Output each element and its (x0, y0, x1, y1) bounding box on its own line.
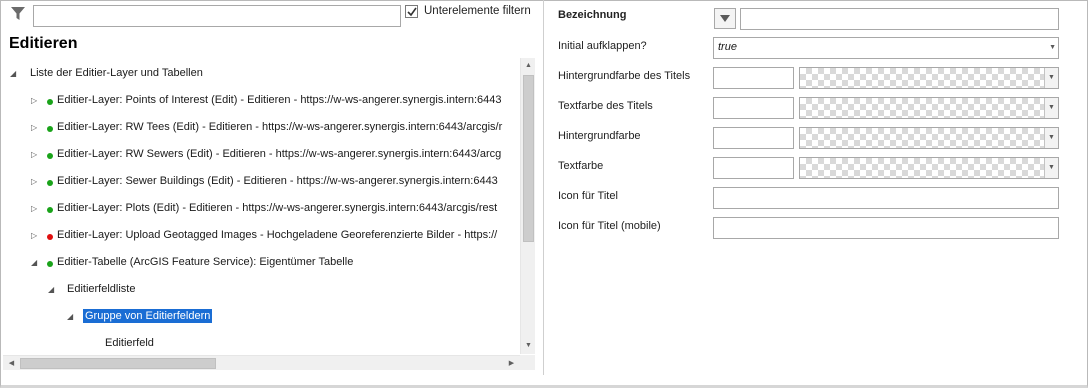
expanded-arrow-icon[interactable]: ◢ (31, 258, 41, 268)
panel-splitter[interactable] (543, 0, 544, 375)
subelements-filter-label: Unterelemente filtern (424, 5, 531, 17)
initial-expand-label: Initial aufklappen? (558, 40, 647, 52)
status-green-icon (47, 126, 53, 132)
scroll-left-icon[interactable]: ◀ (4, 356, 19, 371)
tree-view: ◢ Liste der Editier-Layer und Tabellen ▷… (3, 58, 537, 373)
name-dropdown-button[interactable] (714, 8, 736, 29)
collapsed-arrow-icon[interactable]: ▷ (31, 150, 41, 160)
chevron-down-icon[interactable]: ▼ (1044, 158, 1058, 178)
collapsed-arrow-icon[interactable]: ▷ (31, 231, 41, 241)
title-text-color-label: Textfarbe des Titels (558, 100, 653, 112)
chevron-down-icon[interactable]: ▼ (1044, 128, 1058, 148)
collapsed-arrow-icon[interactable]: ▷ (31, 177, 41, 187)
bg-color-picker[interactable]: ▼ (799, 127, 1059, 149)
status-green-icon (47, 153, 53, 159)
status-green-icon (47, 207, 53, 213)
title-icon-field[interactable] (713, 187, 1059, 209)
chevron-down-icon[interactable]: ▼ (1044, 98, 1058, 118)
tree-vertical-scrollbar[interactable]: ▲ ▼ (520, 58, 535, 354)
title-text-color-picker[interactable]: ▼ (799, 97, 1059, 119)
scroll-right-icon[interactable]: ▶ (504, 356, 519, 371)
title-bg-color-label: Hintergrundfarbe des Titels (558, 70, 691, 82)
tree-item-label: Editierfeldliste (67, 283, 136, 295)
subelements-filter-checkbox[interactable] (405, 5, 418, 18)
text-color-picker[interactable]: ▼ (799, 157, 1059, 179)
initial-expand-value: true (718, 41, 737, 53)
scroll-corner (520, 355, 535, 370)
tree-item-label: Editier-Layer: RW Sewers (Edit) - Editie… (57, 148, 502, 160)
section-title: Editieren (9, 35, 78, 52)
collapsed-arrow-icon[interactable]: ▷ (31, 123, 41, 133)
expanded-arrow-icon[interactable]: ◢ (67, 312, 77, 322)
status-green-icon (47, 99, 53, 105)
status-green-icon (47, 180, 53, 186)
collapsed-arrow-icon[interactable]: ▷ (31, 96, 41, 106)
title-icon-label: Icon für Titel (558, 190, 618, 202)
expanded-arrow-icon[interactable]: ◢ (10, 69, 20, 79)
scroll-thumb[interactable] (523, 75, 534, 242)
tree-horizontal-scrollbar[interactable]: ◀ ▶ (3, 355, 520, 370)
tree-item-label: Editier-Layer: Upload Geotagged Images -… (57, 229, 498, 241)
bg-color-field[interactable] (713, 127, 794, 149)
tree-item-label: Editier-Layer: Points of Interest (Edit)… (57, 94, 502, 106)
tree-item-label: Gruppe von Editierfeldern (83, 309, 213, 323)
scroll-up-icon[interactable]: ▲ (521, 59, 536, 73)
name-field[interactable] (740, 8, 1059, 30)
tree-item-label: Editierfeld (105, 337, 154, 349)
chevron-down-icon[interactable]: ▼ (1044, 68, 1058, 88)
text-color-label: Textfarbe (558, 160, 604, 172)
title-text-color-field[interactable] (713, 97, 794, 119)
tree-item-label: Liste der Editier-Layer und Tabellen (30, 67, 203, 79)
collapsed-arrow-icon[interactable]: ▷ (31, 204, 41, 214)
filter-icon (11, 7, 25, 21)
chevron-down-icon (720, 15, 730, 22)
structure-panel: Unterelemente filtern Editieren ◢ Liste … (0, 0, 540, 375)
status-green-icon (47, 261, 53, 267)
tree-item-label: Editier-Tabelle (ArcGIS Feature Service)… (57, 256, 354, 268)
expanded-arrow-icon[interactable]: ◢ (48, 285, 58, 295)
chevron-down-icon: ▼ (1049, 44, 1056, 51)
checkmark-icon (407, 7, 417, 17)
filter-input[interactable] (33, 5, 401, 27)
initial-expand-select[interactable]: true ▼ (713, 37, 1059, 59)
title-bg-color-field[interactable] (713, 67, 794, 89)
status-red-icon (47, 234, 53, 240)
text-color-field[interactable] (713, 157, 794, 179)
title-icon-mobile-field[interactable] (713, 217, 1059, 239)
tree-item-label: Editier-Layer: Sewer Buildings (Edit) - … (57, 175, 498, 187)
scroll-thumb[interactable] (20, 358, 216, 369)
title-bg-color-picker[interactable]: ▼ (799, 67, 1059, 89)
scroll-down-icon[interactable]: ▼ (521, 339, 536, 353)
name-label: Bezeichnung (558, 9, 627, 21)
tree-item-label: Editier-Layer: Plots (Edit) - Editieren … (57, 202, 498, 214)
title-icon-mobile-label: Icon für Titel (mobile) (558, 220, 661, 232)
bg-color-label: Hintergrundfarbe (558, 130, 641, 142)
tree-item-label: Editier-Layer: RW Tees (Edit) - Editiere… (57, 121, 503, 133)
